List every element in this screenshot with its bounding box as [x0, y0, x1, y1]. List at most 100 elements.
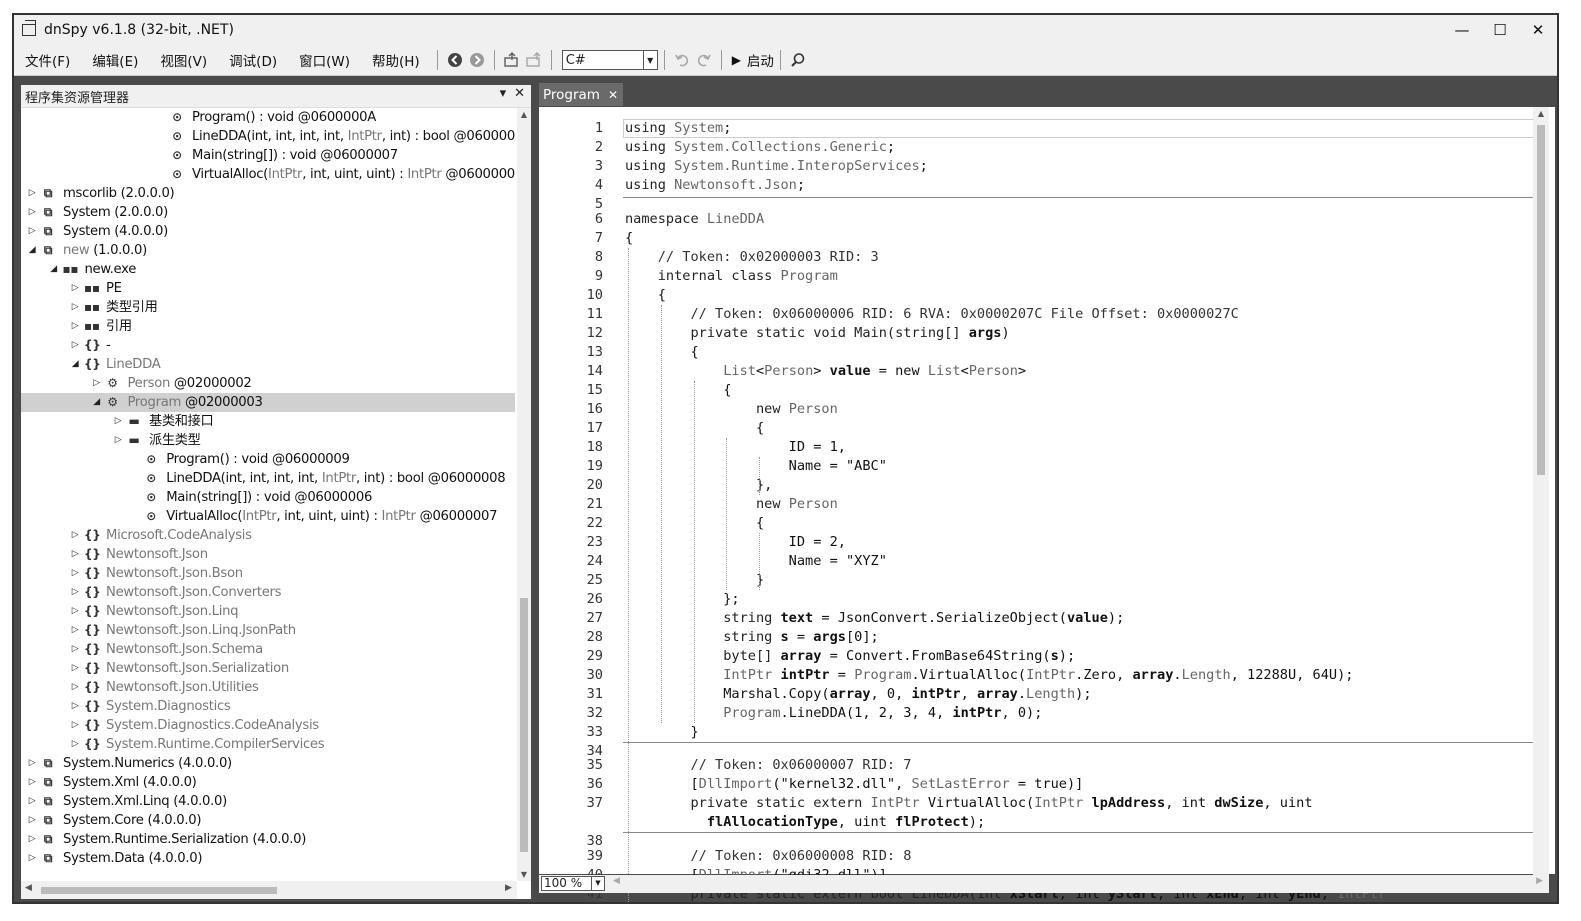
tab-program[interactable]: Program ✕ — [539, 83, 623, 106]
expand-icon[interactable]: ▷ — [27, 811, 37, 830]
back-icon[interactable] — [444, 49, 466, 71]
code-line[interactable]: 18 ID = 1, — [539, 438, 1519, 457]
scroll-left-icon[interactable]: ◀ — [613, 876, 620, 886]
code-line[interactable]: 2 using System.Collections.Generic; — [539, 138, 1519, 157]
tree-row[interactable]: ▷ {} Newtonsoft.Json.Converters — [21, 583, 515, 602]
tree-vertical-scrollbar[interactable]: ▲ ▼ — [517, 108, 531, 881]
code-line[interactable]: 25 } — [539, 571, 1519, 590]
chevron-down-icon[interactable]: ▼ — [642, 51, 657, 69]
collapse-icon[interactable]: ◢ — [92, 393, 102, 412]
editor-vertical-scrollbar[interactable]: ▲ ▼ — [1533, 107, 1549, 889]
close-button[interactable]: ✕ — [1519, 15, 1557, 45]
tree-row[interactable]: ⊙ LineDDA(int, int, int, int, IntPtr, int… — [21, 127, 515, 146]
code-line[interactable]: 17 { — [539, 419, 1519, 438]
expand-icon[interactable]: ▷ — [70, 279, 80, 298]
maximize-button[interactable]: ☐ — [1481, 15, 1519, 45]
code-line[interactable]: 35 // Token: 0x06000007 RID: 7 — [539, 756, 1519, 775]
code-editor[interactable]: 1 using System; 2 using System.Collections.… — [539, 107, 1555, 902]
tree-row[interactable]: ▷ ▬ 基类和接口 — [21, 412, 515, 431]
tree-row[interactable]: ▷ ⧉ System.Data (4.0.0.0) — [21, 849, 515, 868]
expand-icon[interactable]: ▷ — [70, 697, 80, 716]
collapse-icon[interactable]: ◢ — [49, 260, 59, 279]
start-button[interactable]: ▶ 启动 — [732, 50, 774, 70]
collapse-icon[interactable]: ◢ — [27, 241, 37, 260]
code-line[interactable]: lpProc, int data); — [539, 904, 1519, 905]
expand-icon[interactable]: ▷ — [70, 317, 80, 336]
expand-icon[interactable]: ▷ — [70, 526, 80, 545]
code-line[interactable]: 6 namespace LineDDA — [539, 210, 1519, 229]
menu-view[interactable]: 视图(V) — [149, 50, 218, 70]
expand-icon[interactable]: ▷ — [113, 431, 123, 450]
tree-row[interactable]: ▷ {} Microsoft.CodeAnalysis — [21, 526, 515, 545]
code-line[interactable]: 4 using Newtonsoft.Json; — [539, 176, 1519, 195]
scrollbar-thumb[interactable] — [41, 887, 277, 894]
code-line[interactable]: 1 using System; — [539, 119, 1519, 138]
redo-icon[interactable] — [693, 49, 715, 71]
tree-row[interactable]: ▷ {} Newtonsoft.Json.Linq — [21, 602, 515, 621]
tree-row[interactable]: ▷ ▪▪ PE — [21, 279, 515, 298]
tree-row[interactable]: ⊙ Main(string[]) : void @06000006 — [21, 488, 515, 507]
tree-row[interactable]: ⊙ LineDDA(int, int, int, int, IntPtr, int… — [21, 469, 515, 488]
code-line[interactable]: 36 [DllImport("kernel32.dll", SetLastErr… — [539, 775, 1519, 794]
tree-row[interactable]: ▷ ⧉ System (2.0.0.0) — [21, 203, 515, 222]
code-line[interactable]: 29 byte[] array = Convert.FromBase64Stri… — [539, 647, 1519, 666]
scrollbar-thumb[interactable] — [520, 598, 528, 852]
expand-icon[interactable]: ▷ — [70, 545, 80, 564]
expand-icon[interactable]: ▷ — [70, 659, 80, 678]
code-line[interactable]: 28 string s = args[0]; — [539, 628, 1519, 647]
code-line[interactable]: 39 // Token: 0x06000008 RID: 8 — [539, 847, 1519, 866]
tree-row[interactable]: ▷ ⧉ System.Xml.Linq (4.0.0.0) — [21, 792, 515, 811]
tree-row[interactable]: ▷ ⧉ System (4.0.0.0) — [21, 222, 515, 241]
tree-row[interactable]: ▷ {} Newtonsoft.Json.Bson — [21, 564, 515, 583]
expand-icon[interactable]: ▷ — [70, 621, 80, 640]
code-line[interactable]: 31 Marshal.Copy(array, 0, intPtr, array.… — [539, 685, 1519, 704]
code-line[interactable]: 13 { — [539, 343, 1519, 362]
expand-icon[interactable]: ▷ — [70, 678, 80, 697]
expand-icon[interactable]: ▷ — [70, 583, 80, 602]
zoom-select[interactable]: 100 % ▼ — [541, 876, 605, 891]
open-icon[interactable] — [501, 49, 523, 71]
tree-row[interactable]: ◢ ⚙ Program @02000003 — [21, 393, 515, 412]
scroll-right-icon[interactable]: ▶ — [505, 883, 512, 893]
tree-row[interactable]: ⊙ VirtualAlloc(IntPtr, int, uint, uint) :… — [21, 165, 515, 184]
tree-row[interactable]: ⊙ Program() : void @06000009 — [21, 450, 515, 469]
expand-icon[interactable]: ▷ — [70, 640, 80, 659]
code-line[interactable]: 16 new Person — [539, 400, 1519, 419]
tree-row[interactable]: ▷ {} Newtonsoft.Json.Schema — [21, 640, 515, 659]
expand-icon[interactable]: ▷ — [27, 792, 37, 811]
save-icon[interactable] — [523, 49, 545, 71]
expand-icon[interactable]: ▷ — [27, 830, 37, 849]
code-line[interactable]: flAllocationType, uint flProtect); — [539, 813, 1519, 832]
code-line[interactable]: 22 { — [539, 514, 1519, 533]
tree-row[interactable]: ▷ {} Newtonsoft.Json.Linq.JsonPath — [21, 621, 515, 640]
tree-row[interactable]: ⊙ Main(string[]) : void @06000007 — [21, 146, 515, 165]
scroll-up-icon[interactable]: ▲ — [517, 110, 531, 119]
tree-row[interactable]: ▷ {} System.Diagnostics.CodeAnalysis — [21, 716, 515, 735]
tree-row[interactable]: ▷ ⧉ System.Xml (4.0.0.0) — [21, 773, 515, 792]
expand-icon[interactable]: ▷ — [70, 602, 80, 621]
menu-edit[interactable]: 编辑(E) — [81, 50, 149, 70]
tree-row[interactable]: ▷ ⚙ Person @02000002 — [21, 374, 515, 393]
collapse-icon[interactable]: ◢ — [70, 355, 80, 374]
menu-window[interactable]: 窗口(W) — [288, 50, 361, 70]
expand-icon[interactable]: ▷ — [113, 412, 123, 431]
scroll-down-icon[interactable]: ▼ — [517, 870, 531, 879]
expand-icon[interactable]: ▷ — [92, 374, 102, 393]
tab-close-icon[interactable]: ✕ — [608, 88, 618, 102]
scroll-up-icon[interactable]: ▲ — [1533, 109, 1549, 118]
undo-icon[interactable] — [671, 49, 693, 71]
tree-row[interactable]: ▷ {} - — [21, 336, 515, 355]
code-line[interactable]: 7{ — [539, 229, 1519, 248]
search-icon[interactable] — [787, 49, 809, 71]
expand-icon[interactable]: ▷ — [27, 184, 37, 203]
tree-row[interactable]: ⊙ VirtualAlloc(IntPtr, int, uint, uint) :… — [21, 507, 515, 526]
expand-icon[interactable]: ▷ — [70, 735, 80, 754]
code-line[interactable]: 20 }, — [539, 476, 1519, 495]
code-line[interactable]: 27 string text = JsonConvert.SerializeOb… — [539, 609, 1519, 628]
menu-file[interactable]: 文件(F) — [14, 50, 81, 70]
tree-horizontal-scrollbar[interactable]: ◀ ▶ — [21, 881, 517, 899]
code-line[interactable]: 21 new Person — [539, 495, 1519, 514]
tree-row[interactable]: ◢ {} LineDDA — [21, 355, 515, 374]
code-line[interactable]: 24 Name = "XYZ" — [539, 552, 1519, 571]
expand-icon[interactable]: ▷ — [27, 773, 37, 792]
